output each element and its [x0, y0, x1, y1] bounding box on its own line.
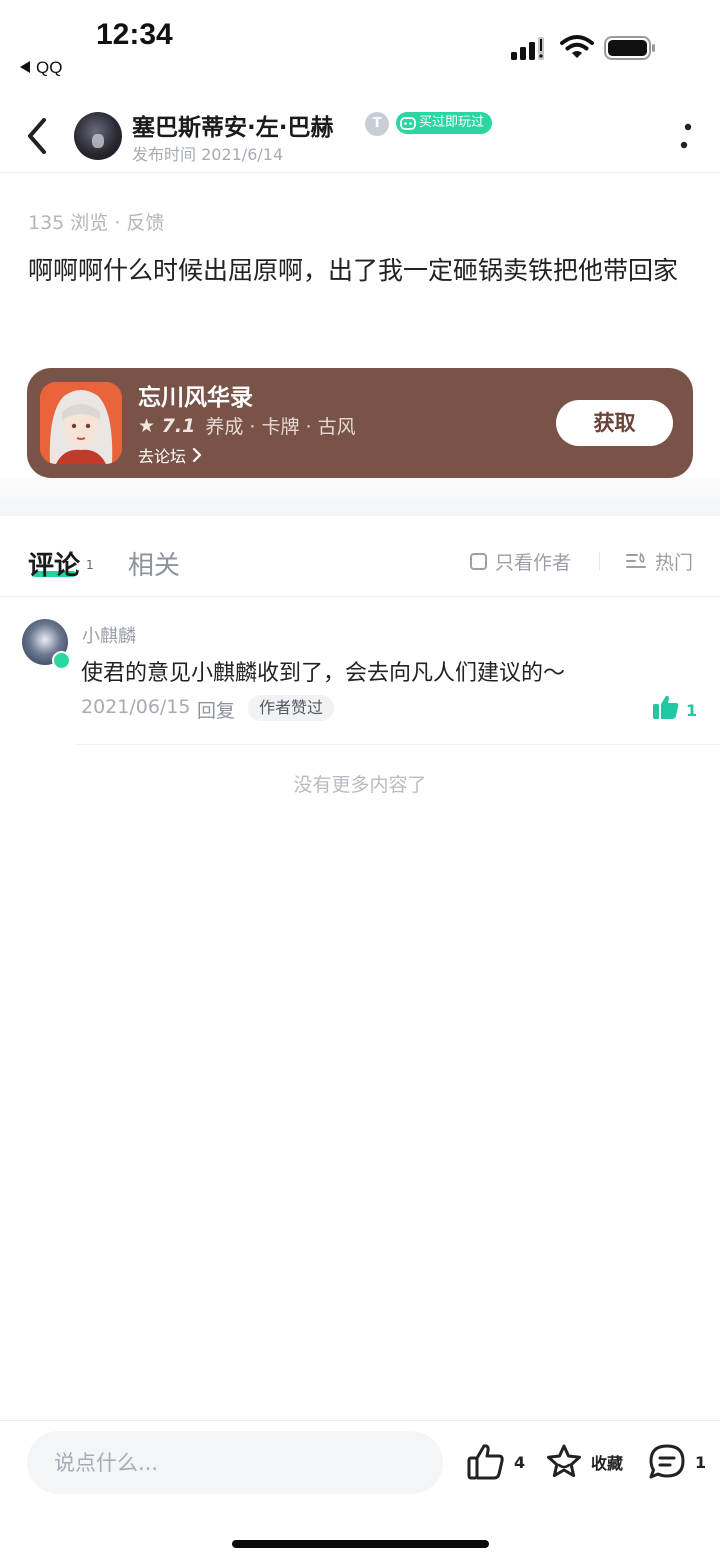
back-app-label: QQ [36, 58, 63, 77]
get-game-button[interactable]: 获取 [556, 400, 673, 446]
status-time: 12:34 [96, 18, 173, 51]
publish-time: 发布时间 2021/6/14 [132, 145, 284, 164]
tabs-divider [0, 596, 720, 597]
wifi-icon [560, 35, 594, 58]
sort-hot-label: 热门 [655, 552, 694, 574]
game-icon [40, 382, 122, 464]
tab-related[interactable]: 相关 [128, 545, 180, 582]
thumbs-up-outline-icon [467, 1444, 504, 1480]
back-arrow-icon[interactable] [24, 114, 54, 158]
sort-hot-button[interactable]: 热门 [625, 548, 693, 575]
checkbox-icon [470, 553, 487, 570]
game-meta: ★ 7.1 养成 · 卡牌 · 古风 [138, 412, 356, 439]
back-to-app-link[interactable]: QQ [20, 58, 62, 78]
game-rating: ★ 7.1 [138, 414, 196, 437]
comment-date: 2021/06/15 [81, 696, 191, 718]
game-tags: 养成 · 卡牌 · 古风 [205, 416, 356, 438]
game-forum-link[interactable]: 去论坛 [138, 443, 202, 467]
post-body: 啊啊啊什么时候出屈原啊，出了我一定砸锅卖铁把他带回家 [28, 256, 679, 285]
author-liked-badge: 作者赞过 [248, 695, 335, 721]
author-only-toggle[interactable]: 只看作者 [470, 548, 571, 575]
level-badge: T [365, 112, 389, 136]
home-indicator[interactable] [232, 1540, 489, 1548]
battery-icon [604, 36, 655, 60]
game-rating-value: 7.1 [161, 414, 196, 437]
comment-divider [76, 744, 720, 745]
more-options-icon[interactable] [672, 118, 700, 154]
post-like-button[interactable]: 4 [466, 1443, 525, 1481]
commenter-name[interactable]: 小麒麟 [82, 622, 136, 648]
post-stats[interactable]: 135 浏览 · 反馈 [28, 208, 164, 235]
chat-bubble-icon [649, 1444, 685, 1479]
star-outline-icon [547, 1444, 581, 1478]
author-only-label: 只看作者 [495, 552, 572, 574]
comment-text: 使君的意见小麒麟收到了，会去向凡人们建议的～ [81, 661, 566, 686]
section-gap [0, 500, 720, 516]
comment-input[interactable] [27, 1431, 443, 1494]
favorite-button[interactable]: 收藏 [545, 1443, 623, 1481]
game-name: 忘川风华录 [138, 385, 253, 411]
header-divider [0, 172, 720, 173]
played-badge-label: 买过即玩过 [419, 115, 485, 130]
thumbs-up-icon [653, 695, 679, 719]
tab-comments[interactable]: 评论 [28, 545, 80, 582]
author-avatar[interactable] [74, 112, 122, 160]
post-like-count: 4 [514, 1452, 526, 1472]
comment-like-button[interactable]: 1 [652, 694, 697, 720]
author-name[interactable]: 塞巴斯蒂安·左·巴赫 [132, 108, 333, 142]
sort-separator [599, 552, 600, 570]
verified-icon [52, 651, 71, 670]
bottom-bar-divider [0, 1420, 720, 1421]
comment-count: 1 [695, 1452, 707, 1472]
played-badge: 买过即玩过 [396, 112, 493, 134]
comment-count-button[interactable]: 1 [647, 1443, 706, 1481]
chevron-right-icon [192, 447, 202, 463]
game-card[interactable]: 忘川风华录 ★ 7.1 养成 · 卡牌 · 古风 去论坛 获取 [27, 368, 693, 478]
back-triangle-icon [20, 61, 30, 73]
game-forum-label: 去论坛 [138, 447, 187, 466]
cellular-signal-icon [511, 37, 544, 60]
gamepad-icon [400, 117, 416, 130]
comment-like-count: 1 [686, 701, 698, 720]
no-more-content: 没有更多内容了 [293, 774, 427, 796]
favorite-label: 收藏 [591, 1454, 624, 1473]
sort-icon [626, 551, 646, 568]
game-character-icon [40, 382, 122, 464]
reply-button[interactable]: 回复 [197, 696, 235, 723]
tab-comments-count: 1 [86, 558, 94, 572]
